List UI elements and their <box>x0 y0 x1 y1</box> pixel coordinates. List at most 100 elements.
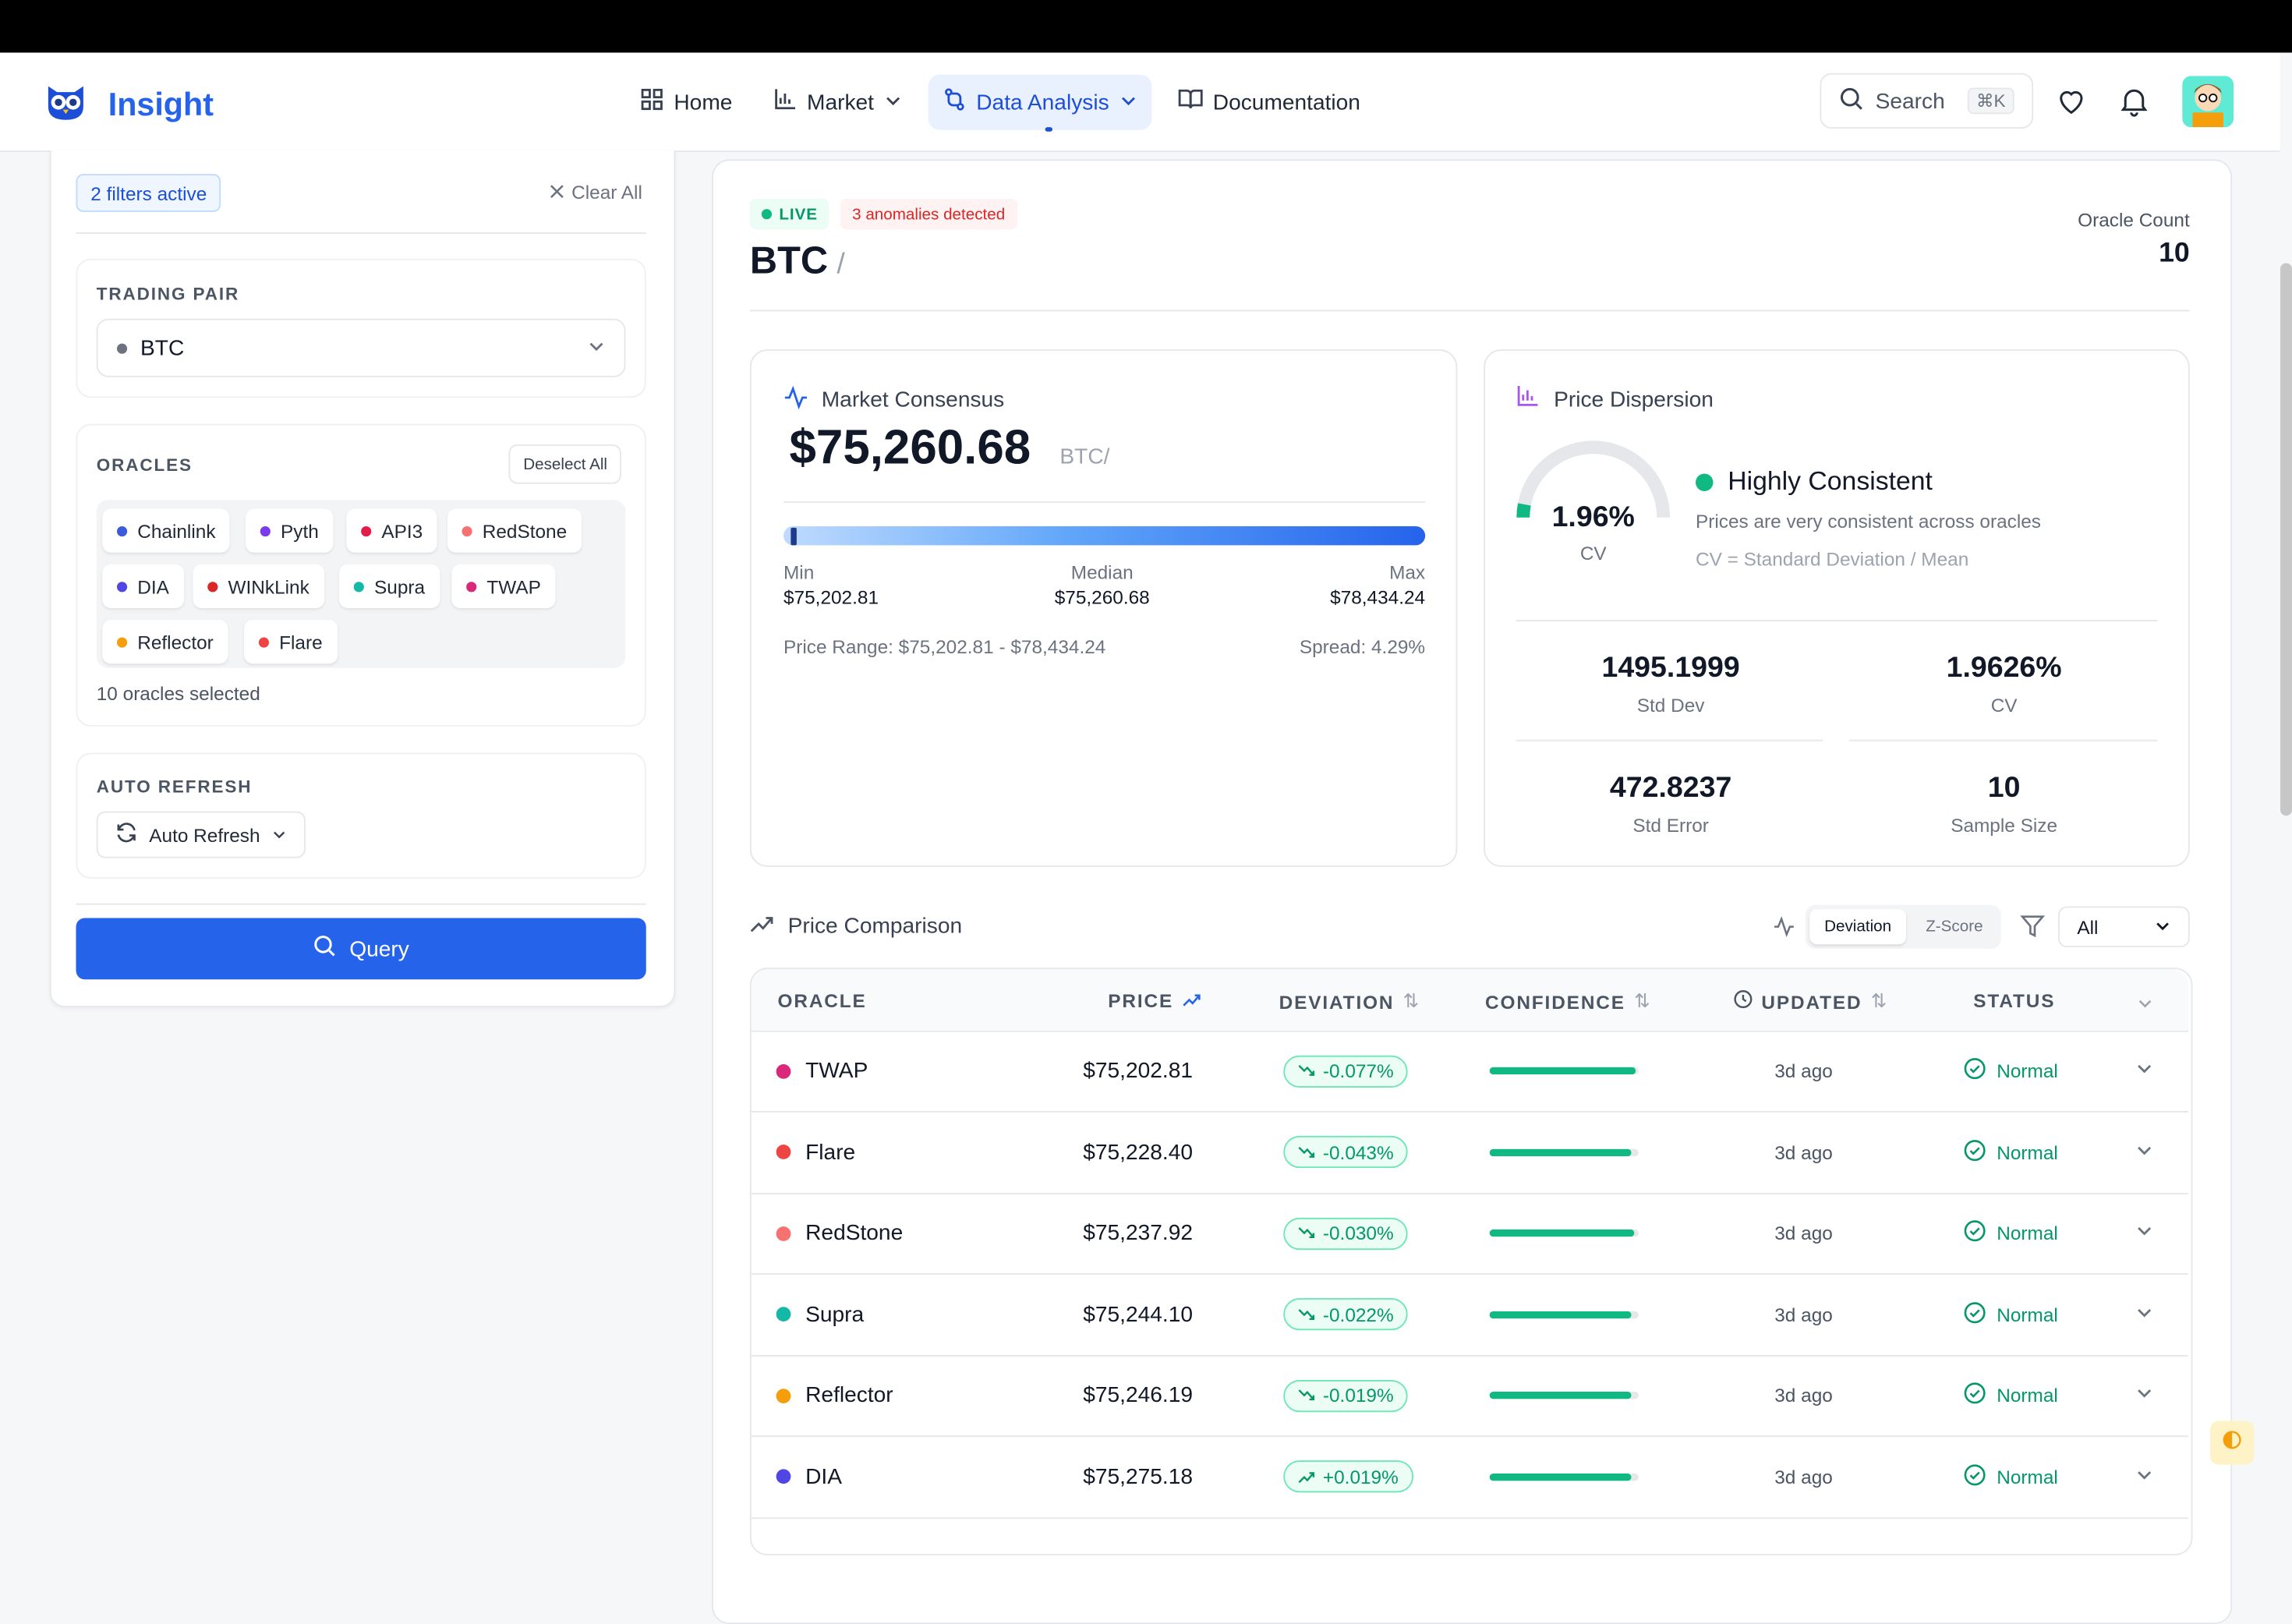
notifications-button[interactable] <box>2118 85 2150 125</box>
oracle-dot-icon <box>466 581 477 592</box>
toggle-deviation[interactable]: Deviation <box>1809 909 1906 945</box>
oracle-chip-reflector[interactable]: Reflector <box>102 620 228 664</box>
column-oracle[interactable]: ORACLE <box>778 989 867 1011</box>
table-row[interactable]: DIA $75,275.18 +0.019% 3d ago Normal <box>751 1436 2188 1519</box>
auto-refresh-dropdown[interactable]: Auto Refresh <box>96 811 306 858</box>
column-updated[interactable]: UPDATED ⇅ <box>1734 989 1888 1013</box>
table-row[interactable]: Supra $75,244.10 -0.022% 3d ago Normal <box>751 1274 2188 1357</box>
trending-icon <box>750 914 775 939</box>
nav-home[interactable]: Home <box>626 75 748 130</box>
status-label: Normal <box>1997 1303 2058 1325</box>
trending-down-icon <box>1298 1222 1316 1244</box>
chevron-down-icon <box>2137 992 2153 1019</box>
table-row[interactable]: Reflector $75,246.19 -0.019% 3d ago Normal <box>751 1355 2188 1438</box>
trending-up-icon <box>1298 1466 1316 1488</box>
auto-refresh-button-label: Auto Refresh <box>149 823 260 846</box>
oracle-chip-chainlink[interactable]: Chainlink <box>102 508 231 553</box>
confidence-bar <box>1489 1148 1639 1156</box>
clear-all-button[interactable]: Clear All <box>550 182 642 203</box>
market-consensus-header: Market Consensus <box>783 384 1004 415</box>
expand-row-button[interactable] <box>2135 1436 2153 1516</box>
oracle-dot-icon <box>776 1388 791 1403</box>
oracles-selected-count: 10 oracles selected <box>96 682 260 705</box>
expand-row-button[interactable] <box>2135 1112 2153 1192</box>
updated-cell: 3d ago <box>1774 1465 1833 1488</box>
expand-row-button[interactable] <box>2135 1274 2153 1354</box>
confidence-fill <box>1489 1392 1632 1399</box>
deviation-value: +0.019% <box>1322 1465 1399 1488</box>
toggle-zscore[interactable]: Z-Score <box>1909 909 2000 944</box>
oracle-chip-winklink[interactable]: WINkLink <box>193 564 324 608</box>
bar-chart-icon <box>1516 384 1539 414</box>
expand-row-button[interactable] <box>2135 1031 2153 1111</box>
price-range-text: Price Range: $75,202.81 - $78,434.24 <box>783 635 1106 658</box>
status-cell: Normal <box>1963 1274 2058 1354</box>
oracles-label: ORACLES <box>96 455 193 476</box>
oracle-chip-twap[interactable]: TWAP <box>451 564 556 608</box>
query-button[interactable]: Query <box>76 918 646 980</box>
logo[interactable]: Insight <box>44 80 214 129</box>
column-confidence[interactable]: CONFIDENCE ⇅ <box>1485 989 1651 1013</box>
bell-icon <box>2118 89 2150 123</box>
deviation-value: -0.030% <box>1322 1222 1394 1244</box>
theme-toggle-button[interactable] <box>2210 1421 2255 1465</box>
oracle-chip-dia[interactable]: DIA <box>102 564 184 608</box>
oracle-name: DIA <box>805 1463 843 1489</box>
page-scrollbar[interactable] <box>2280 263 2292 816</box>
metric-std-dev: 1495.1999 Std Dev <box>1516 652 1826 716</box>
contrast-icon <box>2222 1429 2242 1457</box>
status-filter-select[interactable]: All <box>2058 906 2190 947</box>
sort-icon: ⇅ <box>1634 989 1652 1012</box>
filter-icon[interactable] <box>2020 914 2046 946</box>
column-status[interactable]: STATUS <box>1973 989 2055 1011</box>
oracle-chip-supra[interactable]: Supra <box>339 564 440 608</box>
oracle-chip-flare[interactable]: Flare <box>244 620 338 664</box>
confidence-cell <box>1489 1436 1639 1516</box>
query-button-label: Query <box>349 936 409 961</box>
avatar[interactable] <box>2182 76 2234 128</box>
column-price[interactable]: PRICE <box>1108 989 1201 1012</box>
check-circle-icon <box>1963 1463 1986 1491</box>
main-nav: Home Market Data Analysis Documentation <box>626 74 1375 132</box>
expand-row-button[interactable] <box>2135 1355 2153 1435</box>
nav-data-analysis[interactable]: Data Analysis <box>928 74 1152 132</box>
check-circle-icon <box>1963 1300 1986 1329</box>
oracle-dot-icon <box>258 636 269 647</box>
deviation-pill: -0.043% <box>1283 1135 1409 1169</box>
oracle-chip-redstone[interactable]: RedStone <box>447 508 582 553</box>
search-label: Search <box>1875 88 1945 114</box>
consensus-price: $75,260.68 <box>789 419 1031 474</box>
column-deviation[interactable]: DEVIATION ⇅ <box>1279 989 1420 1013</box>
bar-chart-icon <box>773 88 797 118</box>
oracle-chip-pyth[interactable]: Pyth <box>246 508 334 553</box>
confidence-fill <box>1489 1229 1635 1237</box>
min-value: $75,202.81 <box>783 586 879 608</box>
nav-market[interactable]: Market <box>759 75 916 130</box>
table-row[interactable]: RedStone $75,237.92 -0.030% 3d ago Normal <box>751 1193 2188 1275</box>
deviation-value: -0.019% <box>1322 1384 1394 1406</box>
search-icon <box>1839 86 1864 116</box>
oracle-dot-icon <box>361 525 372 536</box>
oracle-dot-icon <box>117 636 128 647</box>
table-row[interactable]: TWAP $75,202.81 -0.077% 3d ago Normal <box>751 1031 2188 1113</box>
expand-row-button[interactable] <box>2135 1193 2153 1273</box>
search-button[interactable]: Search ⌘K <box>1820 73 2034 129</box>
table-row[interactable]: Flare $75,228.40 -0.043% 3d ago Normal <box>751 1112 2188 1194</box>
median-label: Median <box>1070 561 1134 584</box>
metric-sample-size: 10 Sample Size <box>1849 772 2159 837</box>
deselect-all-button[interactable]: Deselect All <box>508 444 622 484</box>
nav-documentation[interactable]: Documentation <box>1163 75 1375 130</box>
oracle-name: RedStone <box>805 1220 904 1246</box>
divider <box>783 501 1426 503</box>
deviation-cell: -0.019% <box>1283 1355 1409 1435</box>
max-value: $78,434.24 <box>1330 586 1426 608</box>
metric-label: Sample Size <box>1951 814 2058 837</box>
oracle-chip-api3[interactable]: API3 <box>346 508 437 553</box>
oracle-dot-icon <box>353 581 364 592</box>
grid-icon <box>640 88 663 118</box>
confidence-fill <box>1489 1310 1632 1318</box>
oracle-chip-label: RedStone <box>482 519 568 542</box>
favorites-button[interactable] <box>2055 85 2087 125</box>
status-cell: Normal <box>1963 1436 2058 1516</box>
trading-pair-select[interactable]: BTC <box>96 318 626 377</box>
